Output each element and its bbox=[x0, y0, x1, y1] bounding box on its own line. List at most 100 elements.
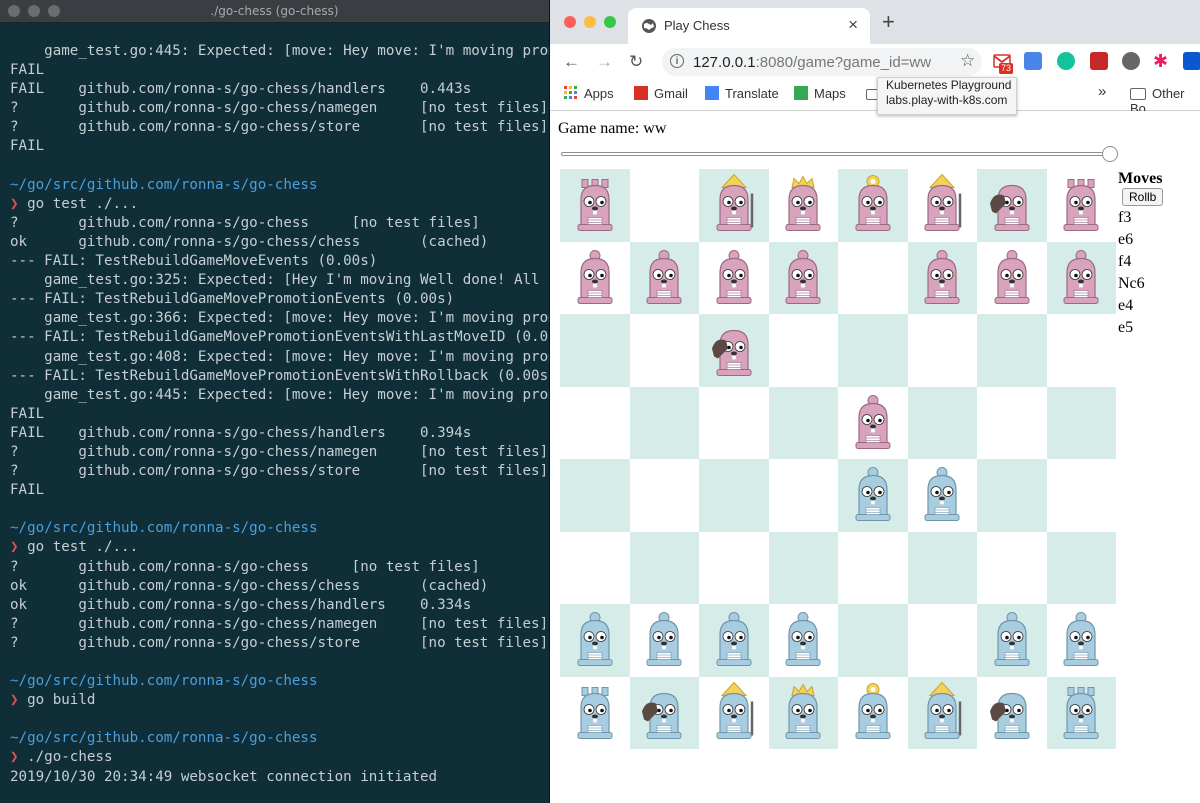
board-square[interactable] bbox=[560, 314, 630, 387]
asterisk-extension-icon[interactable]: ✱ bbox=[1153, 52, 1171, 70]
board-square[interactable] bbox=[977, 241, 1047, 314]
board-square[interactable] bbox=[560, 459, 630, 532]
board-square[interactable] bbox=[768, 169, 838, 242]
board-square[interactable] bbox=[629, 386, 699, 459]
board-square[interactable] bbox=[977, 386, 1047, 459]
black-queen-icon[interactable] bbox=[849, 174, 897, 237]
extension-icon[interactable] bbox=[1090, 52, 1108, 70]
board-square[interactable] bbox=[838, 531, 908, 604]
board-square[interactable] bbox=[699, 169, 769, 242]
close-icon[interactable]: × bbox=[848, 16, 858, 34]
board-square[interactable] bbox=[1046, 604, 1116, 677]
extension-icon[interactable] bbox=[1122, 52, 1140, 70]
black-bishop-icon[interactable] bbox=[710, 174, 758, 237]
board-square[interactable] bbox=[907, 241, 977, 314]
tab-play-chess[interactable]: Play Chess × bbox=[628, 8, 870, 44]
bookmark-apps[interactable]: Apps bbox=[564, 86, 614, 101]
info-icon[interactable]: i bbox=[670, 54, 684, 68]
white-pawn-icon[interactable] bbox=[1057, 609, 1105, 672]
white-bishop-icon[interactable] bbox=[918, 681, 966, 744]
board-square[interactable] bbox=[768, 604, 838, 677]
board-square[interactable] bbox=[907, 531, 977, 604]
chess-board[interactable] bbox=[560, 169, 1116, 749]
black-pawn-icon[interactable] bbox=[918, 246, 966, 309]
board-square[interactable] bbox=[629, 241, 699, 314]
board-square[interactable] bbox=[907, 459, 977, 532]
minimize-window-button[interactable] bbox=[584, 16, 596, 28]
board-square[interactable] bbox=[768, 241, 838, 314]
zoom-window-button[interactable] bbox=[604, 16, 616, 28]
board-square[interactable] bbox=[1046, 531, 1116, 604]
black-pawn-icon[interactable] bbox=[710, 246, 758, 309]
board-square[interactable] bbox=[977, 459, 1047, 532]
new-tab-button[interactable]: + bbox=[882, 11, 895, 33]
board-square[interactable] bbox=[1046, 386, 1116, 459]
board-square[interactable] bbox=[560, 531, 630, 604]
white-bishop-icon[interactable] bbox=[710, 681, 758, 744]
translate-extension-icon[interactable] bbox=[1024, 52, 1042, 70]
board-square[interactable] bbox=[1046, 314, 1116, 387]
white-pawn-icon[interactable] bbox=[918, 464, 966, 527]
board-square[interactable] bbox=[699, 604, 769, 677]
board-square[interactable] bbox=[629, 604, 699, 677]
extension-icon[interactable] bbox=[1183, 52, 1200, 70]
white-queen-icon[interactable] bbox=[849, 681, 897, 744]
bookmark-translate[interactable]: Translate bbox=[705, 86, 779, 101]
board-square[interactable] bbox=[768, 531, 838, 604]
black-pawn-icon[interactable] bbox=[640, 246, 688, 309]
move-entry[interactable]: e4 bbox=[1118, 295, 1200, 317]
move-history-slider[interactable] bbox=[561, 152, 1109, 156]
board-square[interactable] bbox=[907, 676, 977, 749]
board-square[interactable] bbox=[629, 169, 699, 242]
white-rook-icon[interactable] bbox=[1057, 681, 1105, 744]
move-history-slider-thumb[interactable] bbox=[1102, 146, 1118, 162]
move-entry[interactable]: e6 bbox=[1118, 229, 1200, 251]
white-pawn-icon[interactable] bbox=[849, 464, 897, 527]
board-square[interactable] bbox=[1046, 676, 1116, 749]
black-knight-icon[interactable] bbox=[710, 319, 758, 382]
bookmark-gmail[interactable]: Gmail bbox=[634, 86, 688, 101]
black-rook-icon[interactable] bbox=[1057, 174, 1105, 237]
board-square[interactable] bbox=[907, 386, 977, 459]
board-square[interactable] bbox=[629, 531, 699, 604]
reload-icon[interactable]: ↻ bbox=[629, 52, 643, 72]
board-square[interactable] bbox=[838, 676, 908, 749]
board-square[interactable] bbox=[768, 459, 838, 532]
board-square[interactable] bbox=[629, 459, 699, 532]
black-pawn-icon[interactable] bbox=[849, 391, 897, 454]
board-square[interactable] bbox=[977, 169, 1047, 242]
close-window-button[interactable] bbox=[564, 16, 576, 28]
board-square[interactable] bbox=[838, 169, 908, 242]
black-knight-icon[interactable] bbox=[988, 174, 1036, 237]
board-square[interactable] bbox=[1046, 459, 1116, 532]
black-pawn-icon[interactable] bbox=[1057, 246, 1105, 309]
white-king-icon[interactable] bbox=[779, 681, 827, 744]
board-square[interactable] bbox=[699, 241, 769, 314]
board-square[interactable] bbox=[977, 531, 1047, 604]
board-square[interactable] bbox=[699, 531, 769, 604]
move-entry[interactable]: f4 bbox=[1118, 251, 1200, 273]
black-pawn-icon[interactable] bbox=[571, 246, 619, 309]
black-rook-icon[interactable] bbox=[571, 174, 619, 237]
black-pawn-icon[interactable] bbox=[779, 246, 827, 309]
board-square[interactable] bbox=[768, 676, 838, 749]
board-square[interactable] bbox=[838, 241, 908, 314]
white-knight-icon[interactable] bbox=[988, 681, 1036, 744]
board-square[interactable] bbox=[838, 459, 908, 532]
board-square[interactable] bbox=[768, 386, 838, 459]
board-square[interactable] bbox=[977, 676, 1047, 749]
black-pawn-icon[interactable] bbox=[988, 246, 1036, 309]
board-square[interactable] bbox=[560, 604, 630, 677]
board-square[interactable] bbox=[699, 459, 769, 532]
board-square[interactable] bbox=[560, 241, 630, 314]
bookmark-maps[interactable]: Maps bbox=[794, 86, 846, 101]
board-square[interactable] bbox=[907, 604, 977, 677]
bookmarks-overflow-button[interactable]: » bbox=[1098, 83, 1106, 100]
board-square[interactable] bbox=[560, 676, 630, 749]
board-square[interactable] bbox=[838, 604, 908, 677]
browser-window[interactable]: Play Chess × + ← → ↻ i 127.0.0.1:8080/ga… bbox=[549, 0, 1200, 803]
rollback-button[interactable]: Rollb bbox=[1122, 188, 1164, 206]
white-rook-icon[interactable] bbox=[571, 681, 619, 744]
board-square[interactable] bbox=[699, 386, 769, 459]
board-square[interactable] bbox=[629, 314, 699, 387]
